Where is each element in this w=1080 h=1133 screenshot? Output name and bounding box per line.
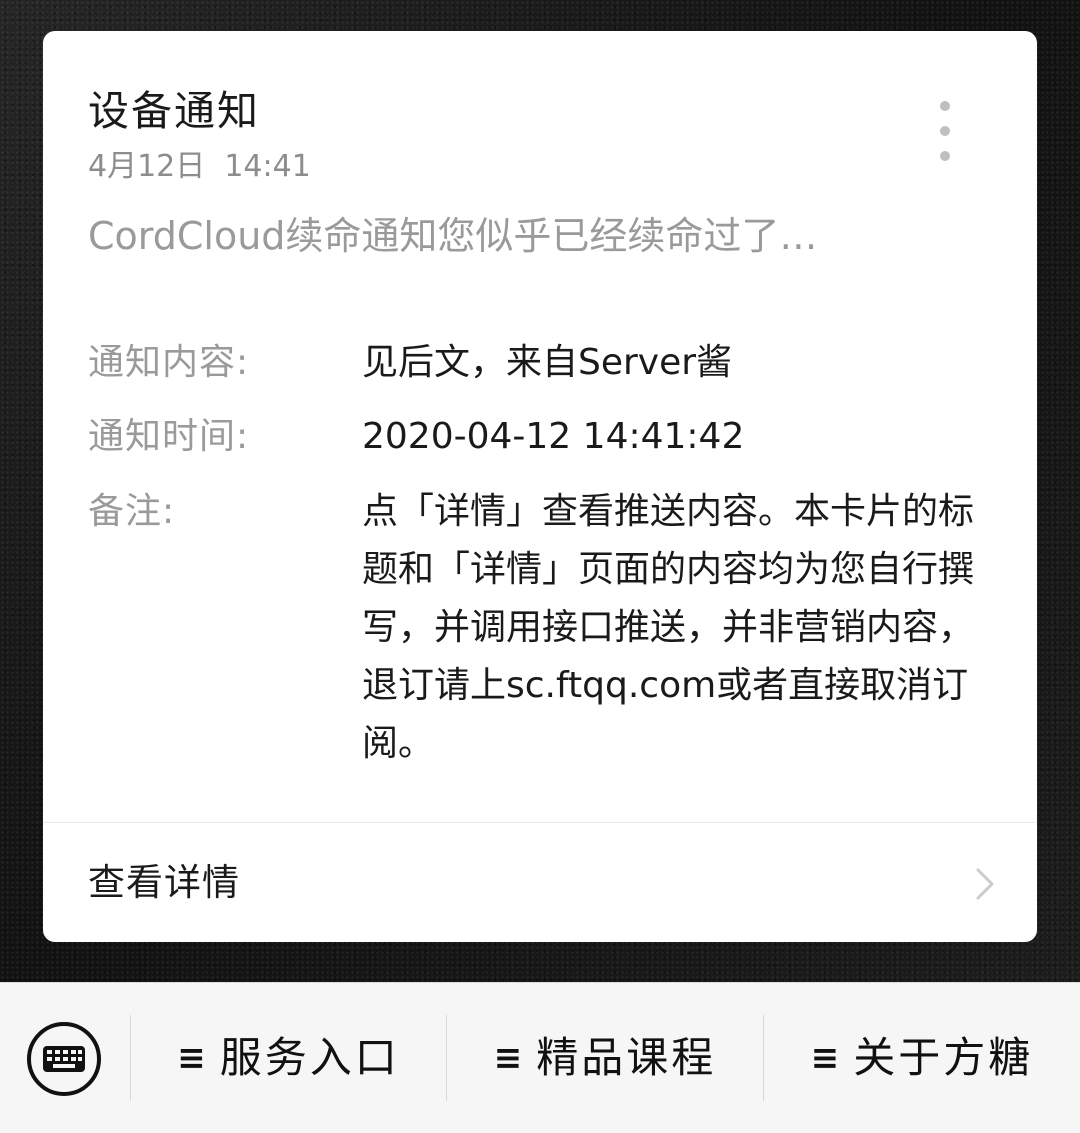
field-label-remark: 备注: bbox=[88, 491, 176, 532]
menu-icon: ≡ bbox=[177, 1038, 206, 1078]
menu-service-entry-label: 服务入口 bbox=[219, 1033, 400, 1082]
menu-icon: ≡ bbox=[810, 1038, 840, 1078]
menu-premium-courses-label: 精品课程 bbox=[536, 1033, 717, 1082]
notification-card: 设备通知 4月12日 14:41 CordCloud续命通知您似乎已经续命过了…… bbox=[43, 31, 1037, 942]
field-value-content: 见后文，来自Server酱 bbox=[362, 342, 733, 383]
more-vertical-icon-dot bbox=[940, 126, 950, 136]
field-label-time: 通知时间: bbox=[88, 416, 250, 457]
more-vertical-icon bbox=[940, 101, 950, 111]
card-preview: CordCloud续命通知您似乎已经续命过了… bbox=[88, 214, 818, 258]
menu-about[interactable]: ≡ 关于方糖 bbox=[764, 983, 1080, 1133]
view-details-button[interactable]: 查看详情 bbox=[43, 823, 1037, 942]
field-value-remark: 点「详情」查看推送内容。本卡片的标题和「详情」页面的内容均为您自行撰写，并调用接… bbox=[362, 491, 975, 764]
card-date: 4月12日 14:41 bbox=[88, 149, 311, 184]
card-title: 设备通知 bbox=[88, 87, 260, 135]
bottom-menu-bar: ≡ 服务入口 ≡ 精品课程 ≡ 关于方糖 bbox=[0, 982, 1080, 1133]
menu-premium-courses[interactable]: ≡ 精品课程 bbox=[447, 983, 763, 1133]
more-vertical-icon-dot bbox=[940, 151, 950, 161]
menu-icon: ≡ bbox=[493, 1038, 523, 1078]
keyboard-icon[interactable] bbox=[24, 1019, 104, 1099]
more-options-button[interactable] bbox=[921, 97, 969, 165]
field-value-time: 2020-04-12 14:41:42 bbox=[362, 416, 745, 457]
menu-service-entry[interactable]: ≡ 服务入口 bbox=[131, 983, 446, 1133]
menu-about-label: 关于方糖 bbox=[853, 1033, 1034, 1082]
view-details-label: 查看详情 bbox=[88, 861, 240, 904]
field-label-content: 通知内容: bbox=[88, 342, 250, 383]
chevron-right-icon bbox=[976, 868, 994, 900]
